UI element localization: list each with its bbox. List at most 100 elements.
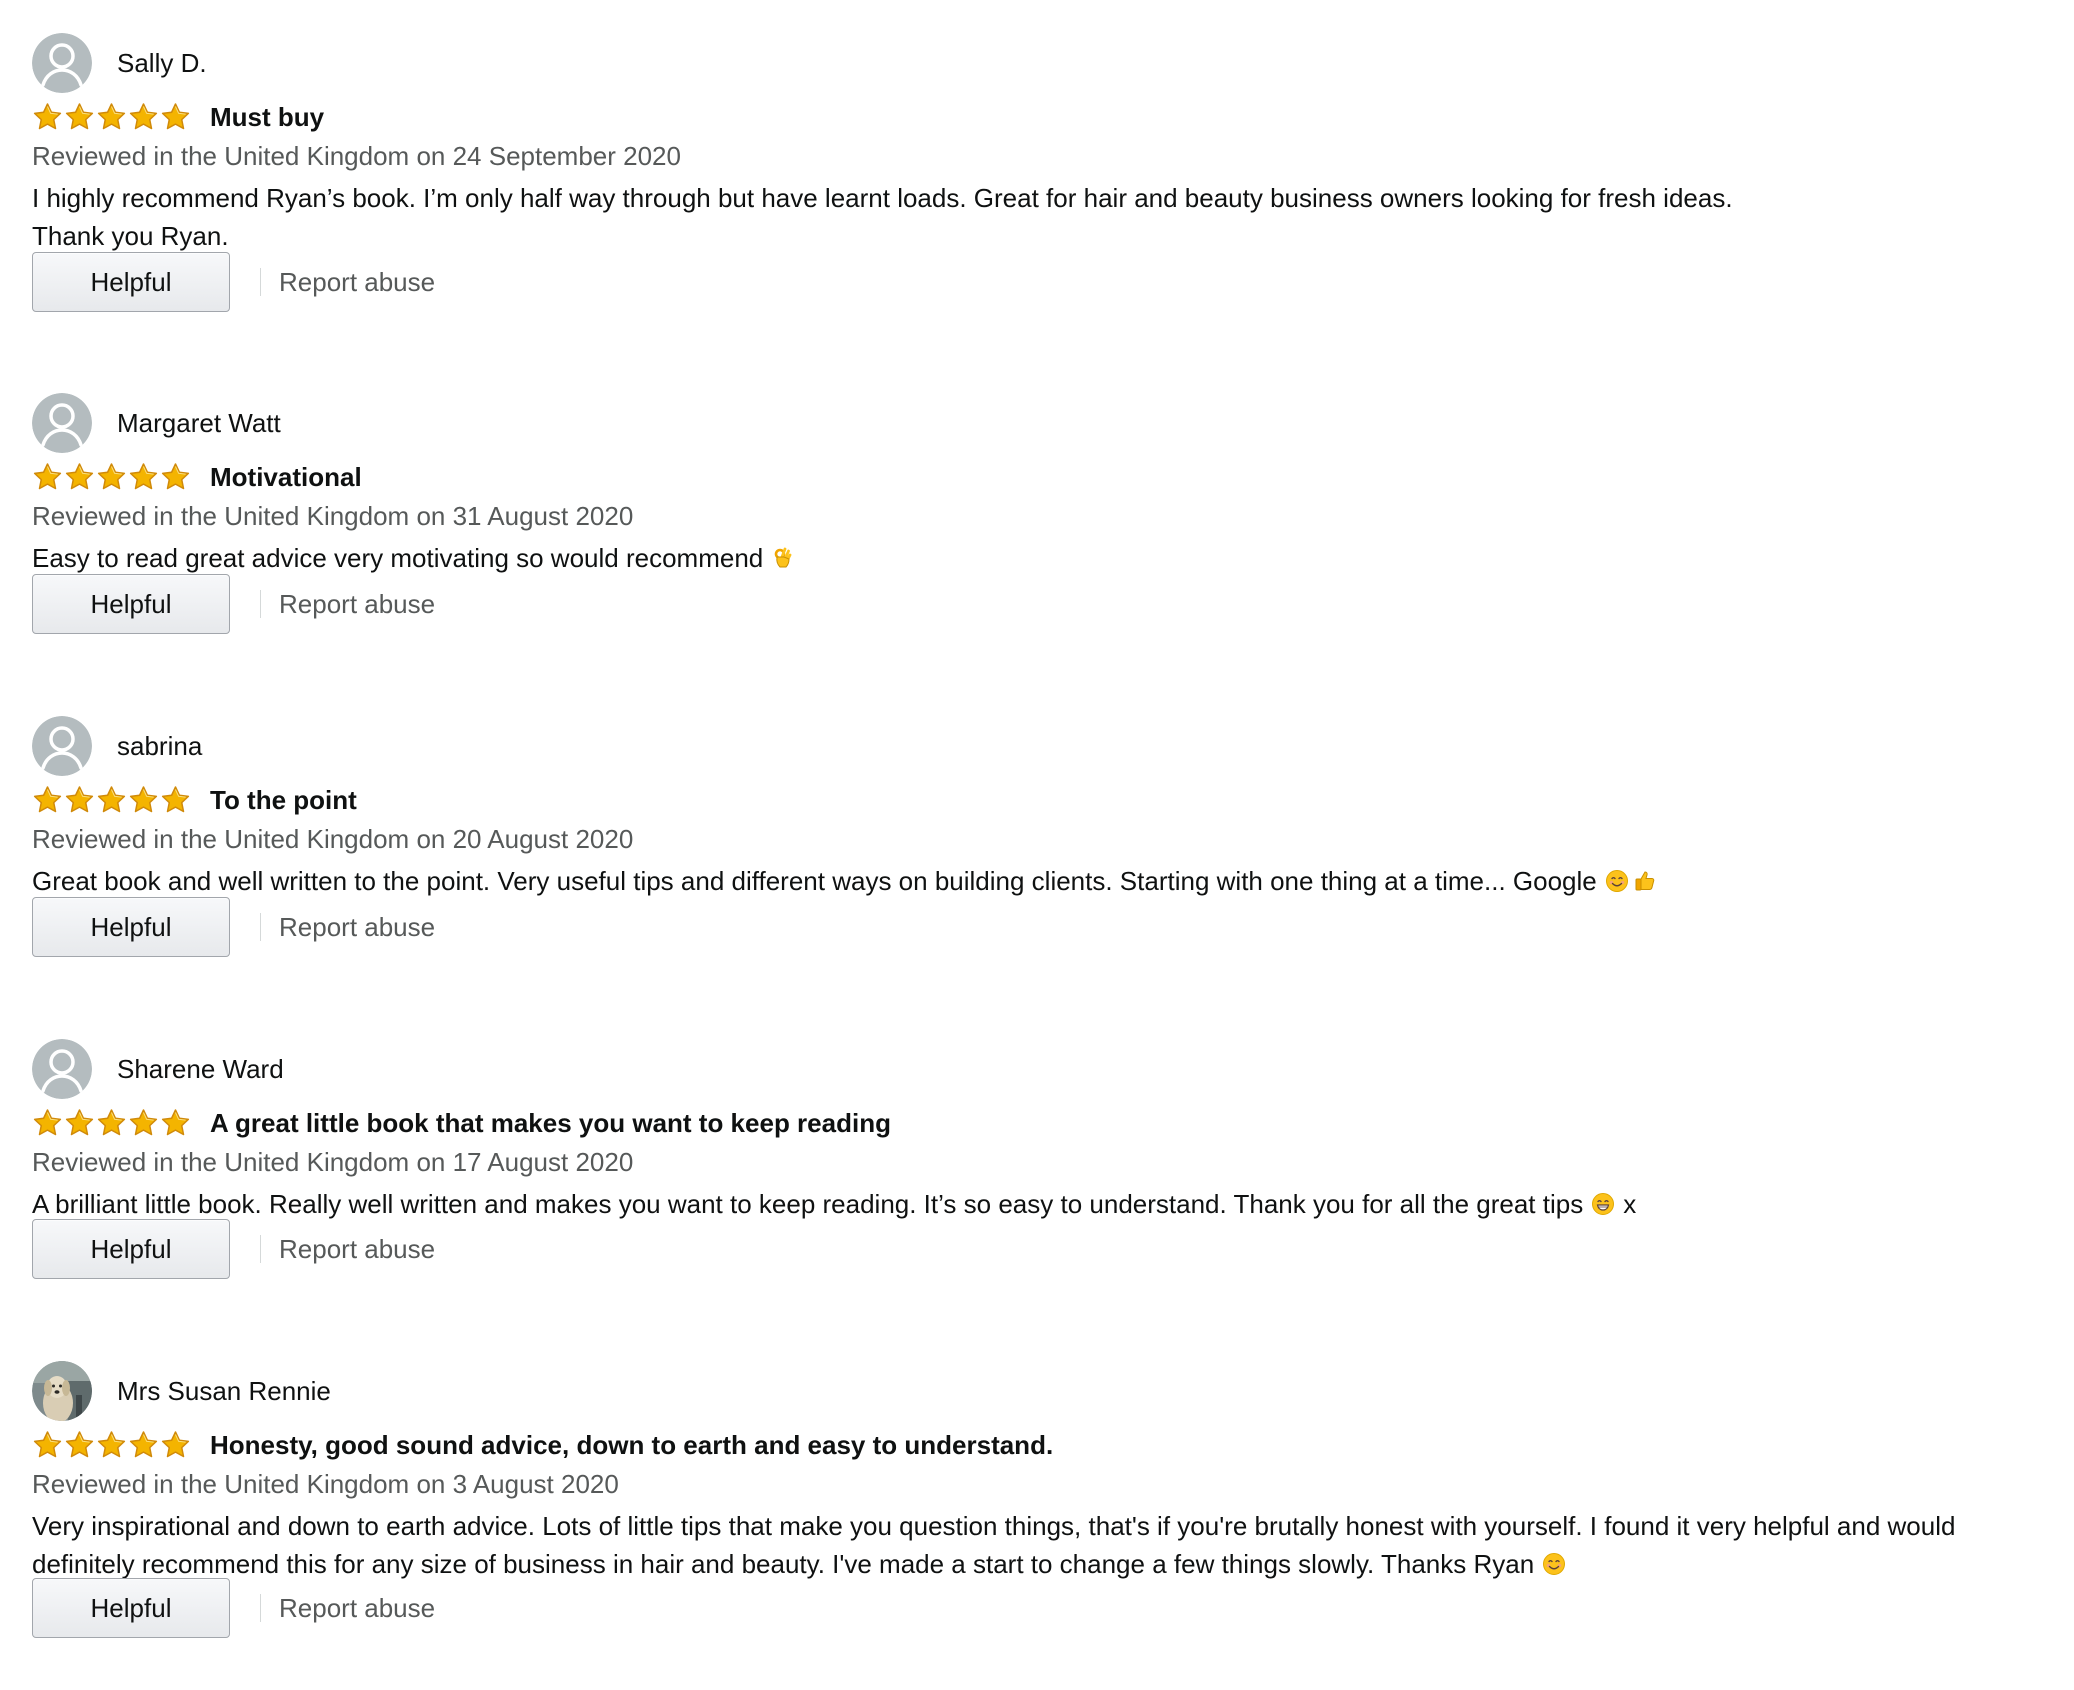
star-icon (64, 462, 95, 492)
star-icon (96, 462, 127, 492)
reviewer-profile[interactable]: Margaret Watt (32, 393, 281, 453)
helpful-button[interactable]: Helpful (32, 1219, 230, 1279)
star-icon (128, 462, 159, 492)
action-divider (260, 913, 261, 941)
reviews-list: Sally D. Must buy Reviewed in the United K… (0, 0, 2074, 1690)
review-title-row: A great little book that makes you want … (32, 1108, 891, 1138)
star-icon (32, 1430, 63, 1460)
star-icon (96, 1430, 127, 1460)
star-rating[interactable] (32, 102, 192, 132)
review-text: I highly recommend Ryan’s book. I’m only… (32, 183, 1733, 213)
star-icon (32, 1108, 63, 1138)
helpful-button[interactable]: Helpful (32, 574, 230, 634)
default-avatar-icon[interactable] (32, 33, 92, 93)
smiling-face-emoji (1542, 1548, 1566, 1575)
review-title-row: Honesty, good sound advice, down to eart… (32, 1430, 1053, 1460)
review-title[interactable]: Honesty, good sound advice, down to eart… (210, 1430, 1053, 1460)
star-rating[interactable] (32, 785, 192, 815)
review-text: Very inspirational and down to earth adv… (32, 1511, 1956, 1541)
review-text: A brilliant little book. Really well wri… (32, 1189, 1584, 1219)
reviewer-profile[interactable]: Sally D. (32, 33, 207, 93)
report-abuse-link[interactable]: Report abuse (279, 589, 435, 620)
review-text: Easy to read great advice very motivatin… (32, 543, 764, 573)
reviewer-photo-avatar[interactable] (32, 1361, 92, 1421)
review-title[interactable]: A great little book that makes you want … (210, 1108, 891, 1138)
star-icon (96, 785, 127, 815)
review-body-line: Great book and well written to the point… (32, 862, 2062, 900)
review-date: Reviewed in the United Kingdom on 31 Aug… (32, 501, 634, 531)
star-icon (32, 462, 63, 492)
reviewer-name[interactable]: Mrs Susan Rennie (117, 1376, 331, 1406)
star-icon (32, 785, 63, 815)
review-body-line: Very inspirational and down to earth adv… (32, 1507, 2062, 1545)
star-rating[interactable] (32, 462, 192, 492)
star-icon (160, 1108, 191, 1138)
review-text: Thank you Ryan. (32, 221, 229, 251)
report-abuse-link[interactable]: Report abuse (279, 1234, 435, 1265)
review-text-suffix: x (1623, 1189, 1637, 1219)
star-icon (96, 1108, 127, 1138)
review-title[interactable]: To the point (210, 785, 357, 815)
star-icon (32, 102, 63, 132)
default-avatar-icon[interactable] (32, 1039, 92, 1099)
review-body: Very inspirational and down to earth adv… (32, 1507, 2062, 1583)
star-icon (64, 785, 95, 815)
review-body-line: Easy to read great advice very motivatin… (32, 539, 2062, 577)
reviewer-profile[interactable]: sabrina (32, 716, 202, 776)
star-rating[interactable] (32, 1108, 192, 1138)
star-icon (64, 102, 95, 132)
smiling-face-emoji (1605, 865, 1629, 892)
action-divider (260, 268, 261, 296)
review-title-row: To the point (32, 785, 357, 815)
review-body-line: Thank you Ryan. (32, 217, 2062, 255)
star-rating[interactable] (32, 1430, 192, 1460)
review-actions: Helpful Report abuse (32, 1218, 435, 1280)
star-icon (64, 1108, 95, 1138)
default-avatar-icon[interactable] (32, 716, 92, 776)
review-actions: Helpful Report abuse (32, 573, 435, 635)
review-body: Great book and well written to the point… (32, 862, 2062, 900)
reviewer-name[interactable]: sabrina (117, 731, 202, 761)
helpful-button[interactable]: Helpful (32, 1578, 230, 1638)
report-abuse-link[interactable]: Report abuse (279, 912, 435, 943)
action-divider (260, 1235, 261, 1263)
reviewer-name[interactable]: Sharene Ward (117, 1054, 284, 1084)
reviewer-name[interactable]: Sally D. (117, 48, 207, 78)
report-abuse-link[interactable]: Report abuse (279, 1593, 435, 1624)
review-body: I highly recommend Ryan’s book. I’m only… (32, 179, 2062, 255)
star-icon (128, 102, 159, 132)
helpful-button[interactable]: Helpful (32, 897, 230, 957)
helpful-button[interactable]: Helpful (32, 252, 230, 312)
review-body: Easy to read great advice very motivatin… (32, 539, 2062, 577)
star-icon (160, 102, 191, 132)
review-date: Reviewed in the United Kingdom on 17 Aug… (32, 1147, 634, 1177)
review-title-row: Motivational (32, 462, 362, 492)
star-icon (128, 1108, 159, 1138)
ok-hand-emoji (771, 542, 795, 568)
review-text: Great book and well written to the point… (32, 866, 1597, 896)
review-date: Reviewed in the United Kingdom on 20 Aug… (32, 824, 634, 854)
grinning-face-emoji (1591, 1188, 1615, 1215)
review-actions: Helpful Report abuse (32, 1577, 435, 1639)
report-abuse-link[interactable]: Report abuse (279, 267, 435, 298)
reviewer-profile[interactable]: Sharene Ward (32, 1039, 284, 1099)
star-icon (160, 462, 191, 492)
default-avatar-icon[interactable] (32, 393, 92, 453)
star-icon (160, 1430, 191, 1460)
reviewer-profile[interactable]: Mrs Susan Rennie (32, 1361, 331, 1421)
review-title[interactable]: Must buy (210, 102, 324, 132)
star-icon (128, 785, 159, 815)
review-title[interactable]: Motivational (210, 462, 362, 492)
review-actions: Helpful Report abuse (32, 896, 435, 958)
review-text: definitely recommend this for any size o… (32, 1549, 1535, 1579)
review-date: Reviewed in the United Kingdom on 24 Sep… (32, 141, 681, 171)
action-divider (260, 1594, 261, 1622)
review-body-line: I highly recommend Ryan’s book. I’m only… (32, 179, 2062, 217)
review-date: Reviewed in the United Kingdom on 3 Augu… (32, 1469, 619, 1499)
reviewer-name[interactable]: Margaret Watt (117, 408, 281, 438)
review-actions: Helpful Report abuse (32, 251, 435, 313)
star-icon (96, 102, 127, 132)
thumbs-up-emoji (1633, 865, 1657, 891)
star-icon (64, 1430, 95, 1460)
review-title-row: Must buy (32, 102, 324, 132)
